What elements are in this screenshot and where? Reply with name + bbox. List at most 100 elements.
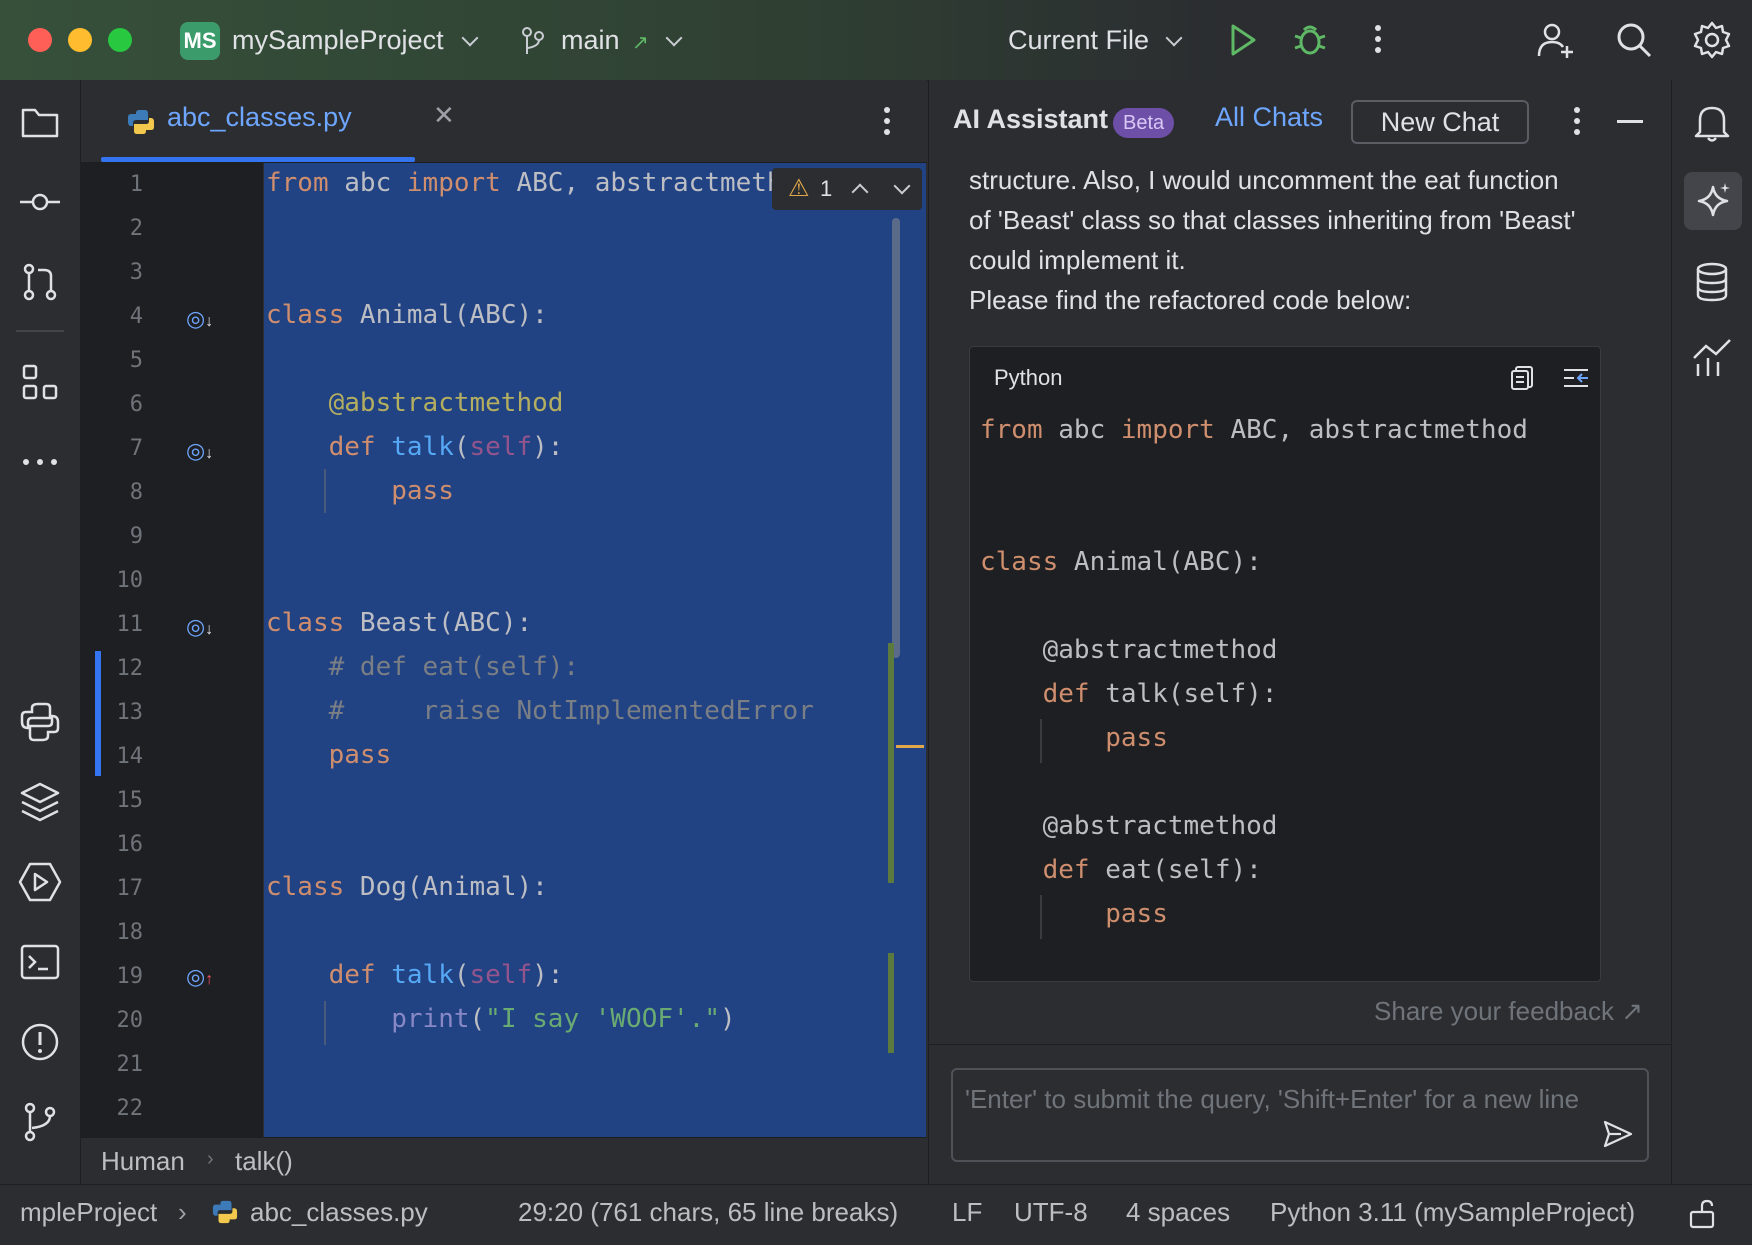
divider	[929, 1044, 1671, 1045]
right-tool-strip	[1671, 80, 1752, 1184]
pull-requests-icon[interactable]	[18, 260, 62, 304]
implemented-marker-icon[interactable]: ◎↓	[186, 306, 213, 332]
message-line: structure. Also, I would uncomment the e…	[969, 165, 1559, 195]
project-name[interactable]: mySampleProject	[232, 22, 444, 58]
services-run-icon[interactable]	[18, 860, 62, 904]
message-line: Please find the refactored code below:	[969, 285, 1412, 315]
implemented-marker-icon[interactable]: ◎↓	[186, 438, 213, 464]
code-line: class Animal(ABC):	[266, 300, 548, 330]
code-language-label: Python	[994, 365, 1063, 390]
breadcrumb: Human › talk()	[81, 1137, 927, 1185]
git-icon[interactable]	[18, 1100, 62, 1144]
indent-guide	[1040, 895, 1042, 939]
status-interpreter[interactable]: Python 3.11 (mySampleProject)	[1270, 1197, 1635, 1228]
python-console-icon[interactable]	[18, 700, 62, 744]
warning-stripe	[896, 745, 924, 748]
divider	[16, 330, 64, 332]
minimize-panel-icon[interactable]	[1617, 120, 1643, 123]
send-icon[interactable]	[1603, 1120, 1633, 1148]
breadcrumb-item[interactable]: Human	[101, 1146, 185, 1177]
line-number: 19	[116, 964, 144, 989]
status-indent[interactable]: 4 spaces	[1126, 1197, 1230, 1228]
copy-icon[interactable]	[1510, 365, 1536, 391]
project-folder-icon[interactable]	[18, 100, 62, 144]
ai-assistant-toggle[interactable]	[1684, 172, 1742, 230]
warning-count: 1	[820, 176, 833, 201]
line-number: 15	[116, 788, 144, 813]
breadcrumb-item[interactable]: talk()	[235, 1146, 293, 1177]
commit-icon[interactable]	[18, 180, 62, 224]
sciview-chart-icon[interactable]	[1690, 336, 1734, 380]
chat-input[interactable]: 'Enter' to submit the query, 'Shift+Ente…	[951, 1068, 1649, 1162]
line-number: 1	[129, 172, 143, 197]
chevron-down-icon[interactable]	[1165, 29, 1183, 47]
editor-more-options-icon[interactable]	[883, 106, 891, 136]
search-icon[interactable]	[1614, 20, 1654, 60]
previous-problem-icon[interactable]	[851, 183, 869, 201]
implemented-marker-icon[interactable]: ◎↓	[186, 614, 213, 640]
terminal-icon[interactable]	[18, 940, 62, 984]
implements-marker-icon[interactable]: ◎↑	[186, 964, 213, 990]
problems-icon[interactable]	[18, 1020, 62, 1064]
ai-message: structure. Also, I would uncomment the e…	[969, 160, 1629, 320]
run-config-select[interactable]: Current File	[1008, 22, 1149, 58]
python-packages-icon[interactable]	[18, 780, 62, 824]
notifications-bell-icon[interactable]	[1690, 100, 1734, 144]
status-project[interactable]: mpleProject	[20, 1197, 157, 1228]
status-bar: mpleProject › abc_classes.py 29:20 (761 …	[0, 1184, 1752, 1245]
add-user-icon[interactable]	[1536, 20, 1576, 60]
chevron-down-icon[interactable]	[665, 29, 683, 47]
more-options-icon[interactable]	[1374, 24, 1384, 54]
status-caret-position[interactable]: 29:20 (761 chars, 65 line breaks)	[518, 1197, 898, 1228]
more-tools-icon[interactable]	[18, 440, 62, 484]
close-tab-icon[interactable]: ✕	[433, 100, 455, 131]
lock-icon[interactable]	[1688, 1199, 1716, 1229]
insert-snippet-icon[interactable]	[1562, 365, 1590, 391]
branch-icon[interactable]	[520, 26, 546, 56]
settings-gear-icon[interactable]	[1692, 20, 1732, 60]
snippet-line: @abstractmethod	[980, 635, 1278, 665]
scrollbar-thumb[interactable]	[892, 218, 900, 658]
share-feedback-label[interactable]: Share your feedback	[1374, 996, 1614, 1026]
line-number: 2	[129, 216, 143, 241]
next-problem-icon[interactable]	[893, 177, 911, 195]
tab-abc-classes[interactable]: abc_classes.py ✕	[101, 80, 476, 162]
line-number: 21	[116, 1052, 144, 1077]
window-close-button[interactable]	[28, 28, 52, 52]
ai-panel-header: AI Assistant Beta All Chats New Chat	[929, 80, 1671, 162]
new-chat-button[interactable]: New Chat	[1351, 100, 1529, 144]
line-number: 5	[129, 348, 143, 373]
window-maximize-button[interactable]	[108, 28, 132, 52]
run-icon[interactable]	[1228, 22, 1258, 58]
status-line-separator[interactable]: LF	[952, 1197, 982, 1228]
snippet-line: def eat(self):	[1042, 855, 1262, 885]
all-chats-link[interactable]: All Chats	[1215, 102, 1323, 133]
python-file-icon	[127, 108, 155, 136]
debug-icon[interactable]	[1292, 22, 1328, 58]
line-number: 11	[116, 612, 144, 637]
status-encoding[interactable]: UTF-8	[1014, 1197, 1088, 1228]
line-number: 13	[116, 700, 144, 725]
code-line: # raise NotImplementedError	[266, 696, 814, 726]
ai-sparkle-icon	[1691, 179, 1735, 223]
chevron-down-icon[interactable]	[461, 29, 479, 47]
branch-name[interactable]: main	[561, 22, 620, 58]
ai-more-options-icon[interactable]	[1573, 106, 1581, 136]
code-line: @abstractmethod	[328, 388, 564, 418]
window-minimize-button[interactable]	[68, 28, 92, 52]
code-line: from abc import ABC, abstractmeth	[266, 168, 783, 198]
tab-label[interactable]: abc_classes.py	[167, 102, 352, 133]
structure-icon[interactable]	[18, 360, 62, 404]
code-line: def talk(self):	[328, 432, 564, 462]
inspection-widget[interactable]: ⚠ 1	[772, 168, 922, 210]
line-number: 3	[129, 260, 143, 285]
line-number: 7	[129, 436, 143, 461]
status-file[interactable]: abc_classes.py	[250, 1197, 428, 1228]
message-line: of 'Beast' class so that classes inherit…	[969, 205, 1576, 235]
project-badge[interactable]: MS	[180, 22, 220, 60]
code-snippet: Python from abc import ABC, abstractmeth…	[969, 346, 1601, 982]
database-icon[interactable]	[1690, 260, 1734, 304]
code-line: # def eat(self):	[266, 652, 580, 682]
share-feedback-link[interactable]: Share your feedback ↗	[1374, 996, 1643, 1027]
snippet-line: @abstractmethod	[980, 811, 1278, 841]
